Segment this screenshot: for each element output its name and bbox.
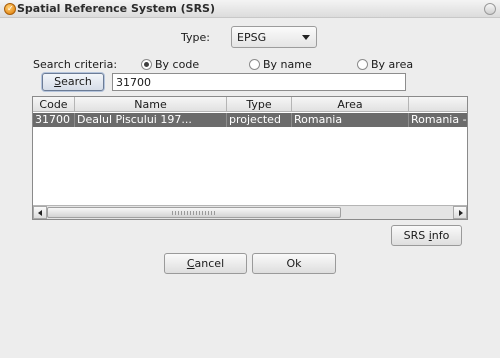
radio-by-area-label: By area xyxy=(371,58,414,71)
srs-info-label-post: nfo xyxy=(431,229,450,242)
radio-by-name[interactable]: By name xyxy=(249,58,312,71)
type-label: Type: xyxy=(181,31,210,44)
radio-by-code[interactable]: By code xyxy=(141,58,199,71)
cell-description: Romania - onsho xyxy=(411,113,467,126)
cell-code: 31700 xyxy=(33,113,75,127)
cell-area: Romania xyxy=(292,113,409,127)
cell-type: projected xyxy=(227,113,292,127)
col-area-header[interactable]: Area xyxy=(292,97,409,112)
scroll-right-button[interactable] xyxy=(453,206,467,219)
window-title: Spatial Reference System (SRS) xyxy=(17,2,215,15)
radio-selected-icon xyxy=(141,59,152,70)
title-bar: ✓ Spatial Reference System (SRS) xyxy=(0,0,500,18)
col-name-header[interactable]: Name xyxy=(75,97,227,112)
col-type-header[interactable]: Type xyxy=(227,97,292,112)
scrollbar-thumb[interactable] xyxy=(47,207,341,218)
radio-by-code-label: By code xyxy=(155,58,200,71)
table-row[interactable]: 31700 Dealul Piscului 197... projected R… xyxy=(33,113,467,127)
arrow-left-icon xyxy=(38,210,42,216)
chevron-down-icon xyxy=(302,35,310,40)
radio-by-name-label: By name xyxy=(263,58,312,71)
srs-dialog: ✓ Spatial Reference System (SRS) Type: E… xyxy=(0,0,500,358)
search-button[interactable]: Search xyxy=(42,73,104,91)
radio-unselected-icon xyxy=(357,59,368,70)
ok-button[interactable]: Ok xyxy=(252,253,336,274)
col-description-header[interactable] xyxy=(409,97,467,112)
col-code-header[interactable]: Code xyxy=(33,97,75,112)
arrow-right-icon xyxy=(459,210,463,216)
app-icon: ✓ xyxy=(4,3,16,15)
search-input[interactable] xyxy=(112,73,406,91)
close-icon[interactable] xyxy=(484,3,496,15)
type-select[interactable]: EPSG xyxy=(231,26,317,48)
radio-unselected-icon xyxy=(249,59,260,70)
results-table: Code Name Type Area 31700 Dealul Pisculu… xyxy=(32,96,468,220)
cancel-button[interactable]: Cancel xyxy=(164,253,247,274)
search-criteria-label: Search criteria: xyxy=(33,58,118,71)
search-button-label: earch xyxy=(61,75,92,88)
scroll-left-button[interactable] xyxy=(33,206,47,219)
radio-by-area[interactable]: By area xyxy=(357,58,413,71)
cancel-mnemonic: C xyxy=(186,257,195,270)
cancel-label: ancel xyxy=(194,257,225,270)
srs-info-button[interactable]: SRS info xyxy=(391,225,462,246)
grip-icon xyxy=(172,211,216,215)
type-select-value: EPSG xyxy=(237,31,267,44)
cell-name: Dealul Piscului 197... xyxy=(75,113,227,127)
srs-info-label-pre: SRS xyxy=(403,229,429,242)
horizontal-scrollbar[interactable] xyxy=(33,205,467,219)
table-header: Code Name Type Area xyxy=(33,97,467,112)
